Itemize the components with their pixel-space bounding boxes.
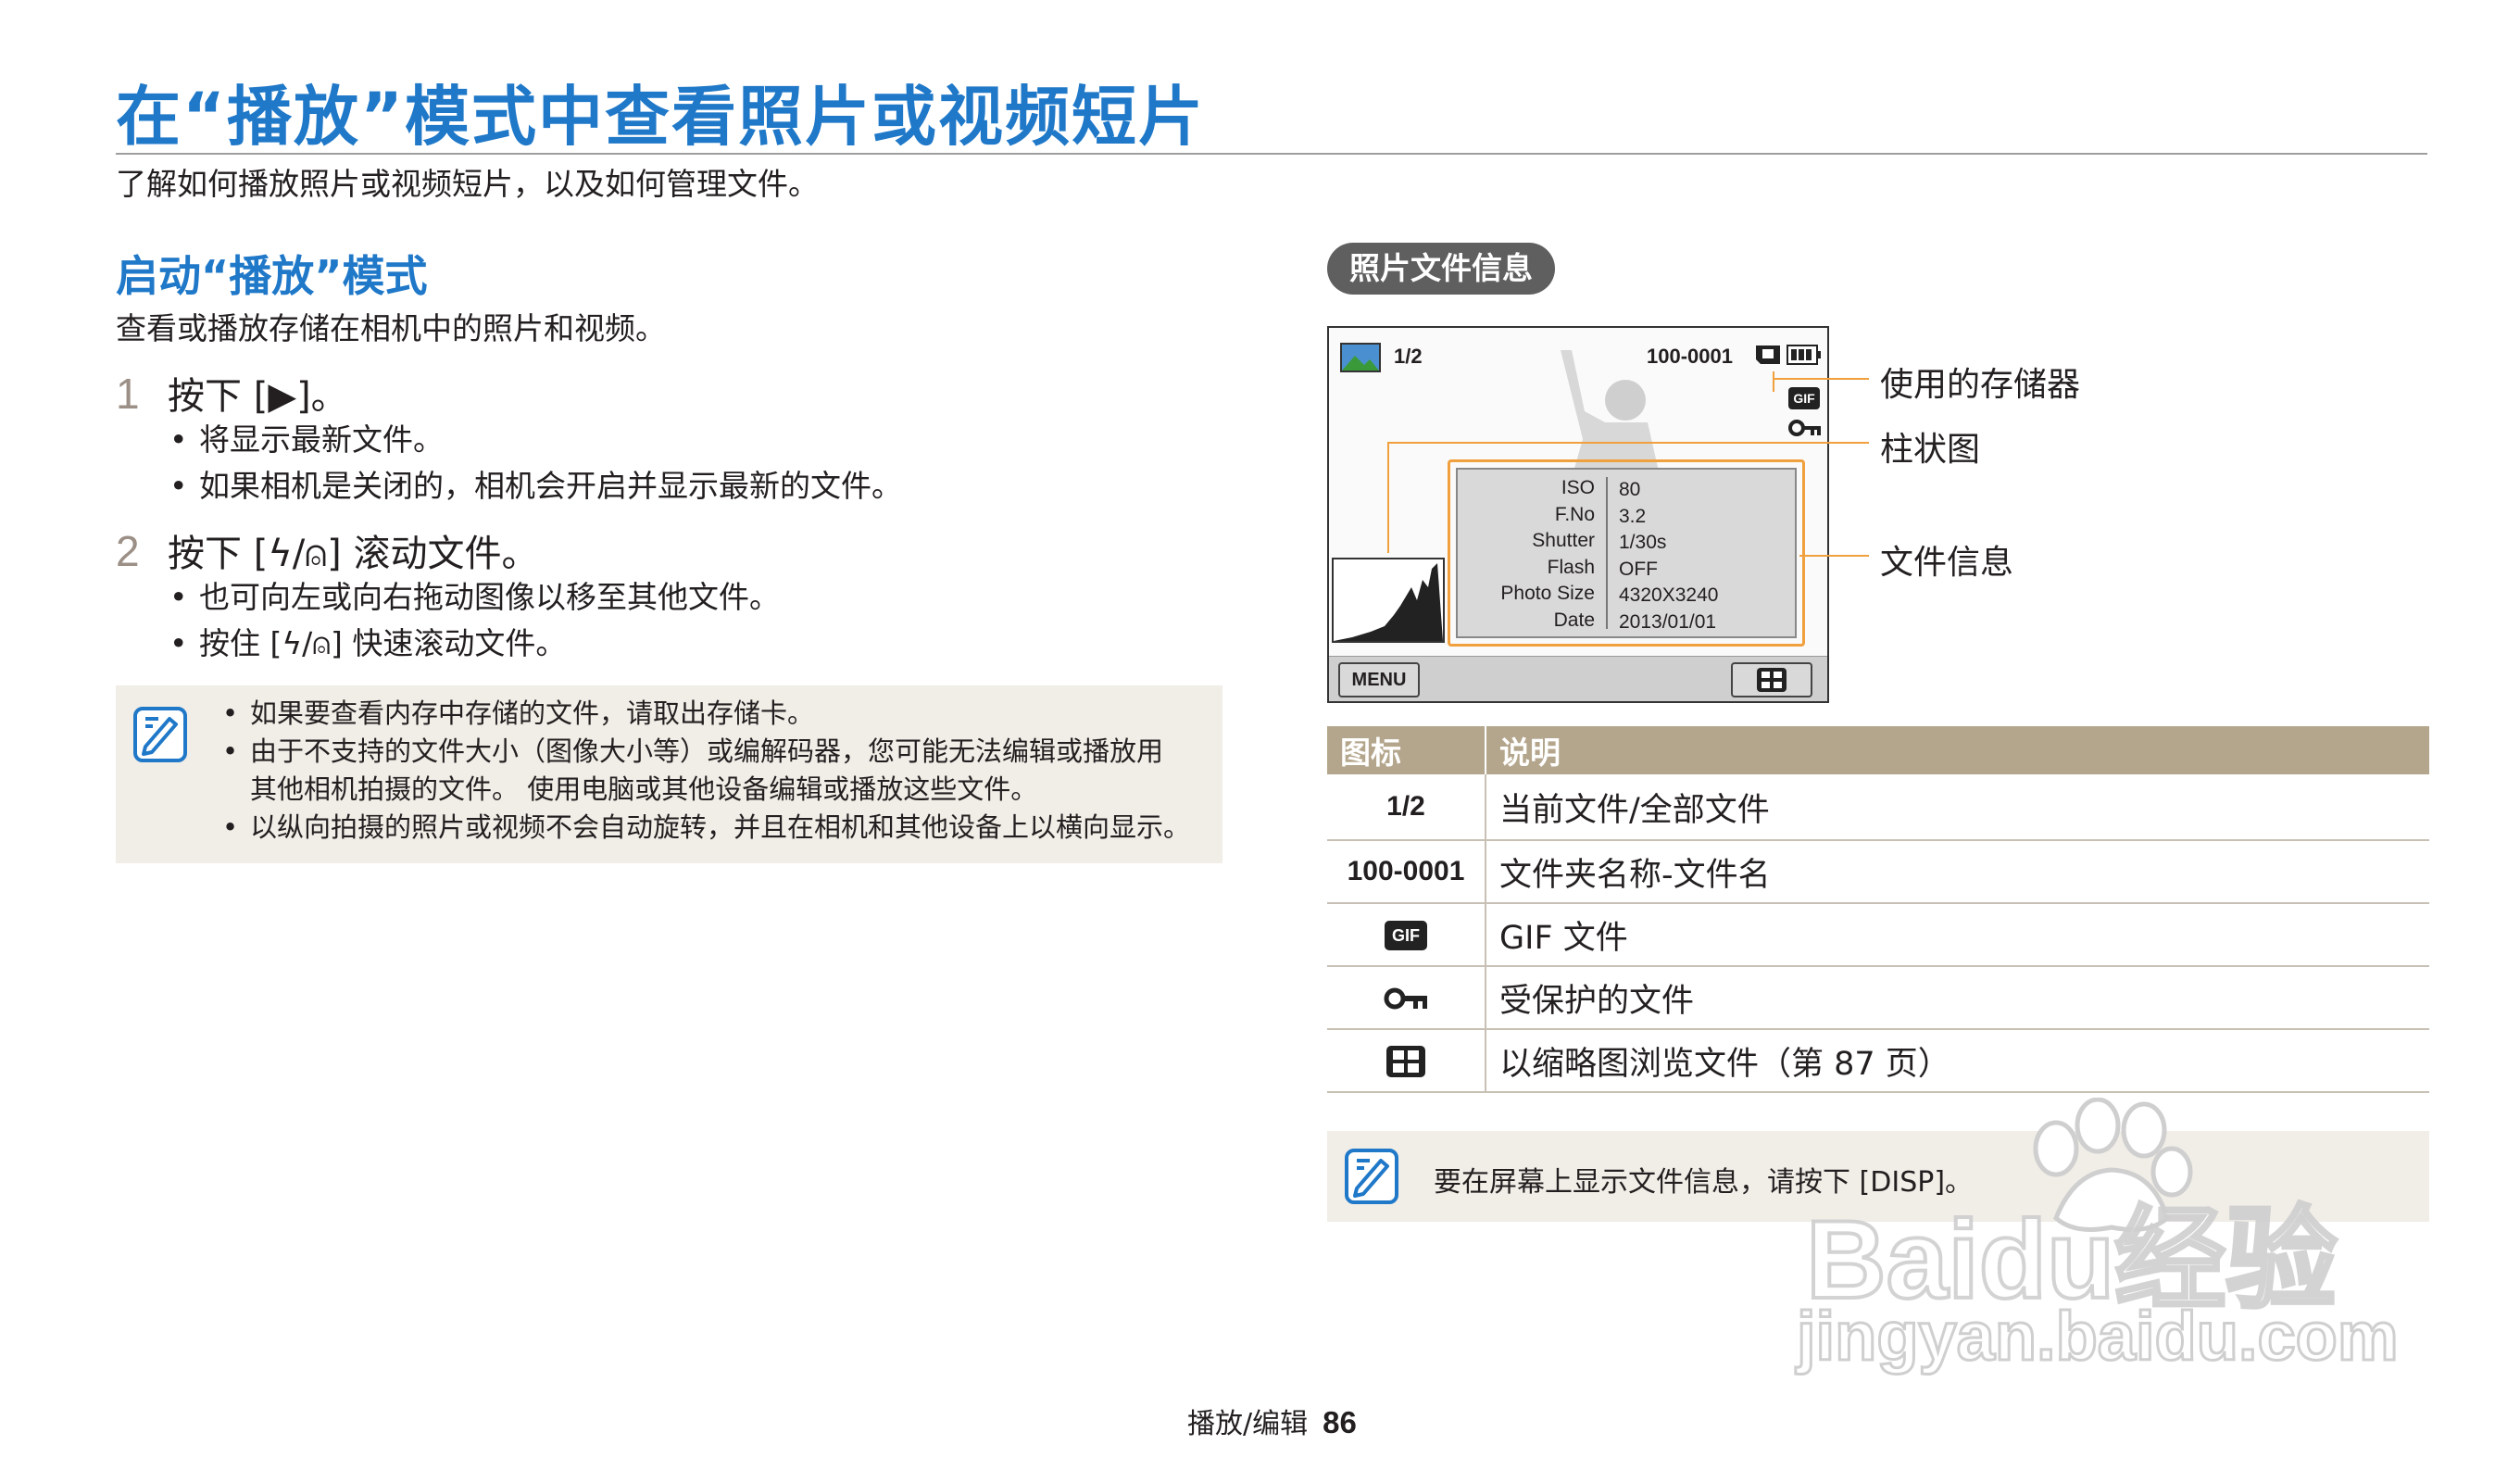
note-pencil-icon <box>133 707 187 762</box>
file-info-labels: ISO F.No Shutter Flash Photo Size Date <box>1500 475 1595 634</box>
info-label-photo-size: Photo Size <box>1500 583 1595 604</box>
step-number: 1 <box>116 370 140 418</box>
gif-badge-text: GIF <box>1793 391 1815 406</box>
file-number: 100-0001 <box>1647 345 1733 368</box>
title-divider <box>116 153 2427 155</box>
page-title: 在“播放”模式中查看照片或视频短片 <box>116 79 1206 155</box>
list-item: 按住 [ϟ/⍝] 快速滚动文件。 <box>169 621 780 667</box>
callout-line <box>1773 371 1774 392</box>
note-pencil-icon <box>1345 1149 1398 1204</box>
table-header-icon: 图标 <box>1327 726 1486 774</box>
callout-line <box>1387 442 1389 553</box>
thumbnail-button[interactable] <box>1731 662 1812 697</box>
table-cell-icon <box>1327 1029 1486 1093</box>
step-number: 2 <box>116 527 140 575</box>
thumbnail-grid-icon <box>1386 1045 1425 1077</box>
key-protect-icon <box>1384 987 1427 1010</box>
table-header-description: 说明 <box>1486 726 2429 774</box>
icon-table: 图标 说明 1/2 当前文件/全部文件 100-0001 文件夹名称-文件名 G… <box>1327 726 2429 1093</box>
step-2-bullets: 也可向左或向右拖动图像以移至其他文件。 按住 [ϟ/⍝] 快速滚动文件。 <box>169 574 780 667</box>
table-cell-icon: 1/2 <box>1327 774 1486 841</box>
callout-histogram: 柱状图 <box>1880 431 1981 469</box>
callout-storage: 使用的存储器 <box>1880 366 2081 404</box>
step-1: 1 按下 [▶]。 <box>116 366 348 420</box>
histogram-panel <box>1332 558 1445 643</box>
table-row: 100-0001 文件夹名称-文件名 <box>1327 840 2429 904</box>
battery-icon <box>1787 345 1821 365</box>
info-label-fno: F.No <box>1554 503 1595 525</box>
memory-card-icon <box>1756 346 1780 364</box>
note-item: 如果要查看内存中存储的文件，请取出存储卡。 <box>222 695 1190 733</box>
file-counter: 1/2 <box>1394 345 1423 368</box>
info-value-fno: 3.2 <box>1619 505 1647 527</box>
note-box: 如果要查看内存中存储的文件，请取出存储卡。 由于不支持的文件大小（图像大小等）或… <box>116 685 1222 863</box>
step-text: 按下 [ϟ/⍝] 滚动文件。 <box>168 533 539 575</box>
table-row: GIF GIF 文件 <box>1327 903 2429 967</box>
note-item: 以纵向拍摄的照片或视频不会自动旋转，并且在相机和其他设备上以横向显示。 <box>222 809 1190 847</box>
watermark-url: jingyan.baidu.com <box>1796 1297 2401 1376</box>
page-subtitle: 了解如何播放照片或视频短片，以及如何管理文件。 <box>116 166 819 202</box>
table-row: 以缩略图浏览文件（第 87 页） <box>1327 1029 2429 1093</box>
footer-section: 播放/编辑 <box>1187 1408 1309 1440</box>
note-item: 由于不支持的文件大小（图像大小等）或编解码器，您可能无法编辑或播放用 其他相机拍… <box>222 733 1190 809</box>
table-cell-description: 当前文件/全部文件 <box>1486 774 2429 841</box>
section-pill-label: 照片文件信息 <box>1327 243 1555 295</box>
file-info-panel: ISO F.No Shutter Flash Photo Size Date 8… <box>1456 468 1797 638</box>
callout-line <box>1799 555 1869 557</box>
table-cell-description: 以缩略图浏览文件（第 87 页） <box>1486 1029 2429 1093</box>
list-item: 将显示最新文件。 <box>169 417 902 463</box>
info-value-flash: OFF <box>1619 558 1658 580</box>
file-info-values: 80 3.2 1/30s OFF 4320X3240 2013/01/01 <box>1619 477 1718 635</box>
page-number: 86 <box>1323 1405 1357 1439</box>
gif-badge-text: GIF <box>1392 926 1420 945</box>
table-cell-icon <box>1327 966 1486 1030</box>
info-value-shutter: 1/30s <box>1619 532 1667 553</box>
table-row: 1/2 当前文件/全部文件 <box>1327 774 2429 841</box>
camera-screen-illustration: 1/2 100-0001 GIF ISO F.No Shutter Flash … <box>1327 326 1829 703</box>
info-label-flash: Flash <box>1547 556 1595 578</box>
list-item: 也可向左或向右拖动图像以移至其他文件。 <box>169 574 780 621</box>
info-label-shutter: Shutter <box>1532 530 1595 551</box>
list-item: 如果相机是关闭的，相机会开启并显示最新的文件。 <box>169 463 902 509</box>
table-header-row: 图标 说明 <box>1327 726 2429 774</box>
callout-line <box>1387 442 1869 444</box>
note-list: 如果要查看内存中存储的文件，请取出存储卡。 由于不支持的文件大小（图像大小等）或… <box>222 695 1190 847</box>
table-cell-description: 文件夹名称-文件名 <box>1486 840 2429 904</box>
menu-button[interactable]: MENU <box>1338 662 1420 697</box>
page-footer: 播放/编辑 86 <box>1187 1401 1357 1441</box>
callout-file-info: 文件信息 <box>1880 544 2014 582</box>
table-cell-description: 受保护的文件 <box>1486 966 2429 1030</box>
gif-icon: GIF <box>1788 387 1820 409</box>
step-1-bullets: 将显示最新文件。 如果相机是关闭的，相机会开启并显示最新的文件。 <box>169 417 902 509</box>
key-protect-icon <box>1788 420 1821 436</box>
file-info-frame: ISO F.No Shutter Flash Photo Size Date 8… <box>1448 459 1805 647</box>
thumbnail-grid-icon <box>1757 668 1787 692</box>
info-value-iso: 80 <box>1619 479 1641 500</box>
info-value-date: 2013/01/01 <box>1619 610 1717 633</box>
info-value-photo-size: 4320X3240 <box>1619 584 1719 606</box>
info-label-iso: ISO <box>1561 477 1595 498</box>
gif-icon: GIF <box>1385 921 1427 951</box>
step-2: 2 按下 [ϟ/⍝] 滚动文件。 <box>116 523 539 577</box>
table-cell-description: GIF 文件 <box>1486 903 2429 967</box>
section-title: 启动“播放”模式 <box>116 251 428 301</box>
screen-bottom-bar: MENU <box>1329 656 1827 701</box>
table-row: 受保护的文件 <box>1327 966 2429 1030</box>
table-cell-icon: 100-0001 <box>1327 840 1486 904</box>
photo-mode-icon <box>1340 343 1381 372</box>
info-label-date: Date <box>1553 609 1595 631</box>
callout-line <box>1773 378 1869 380</box>
histogram-graph <box>1334 563 1443 641</box>
step-text: 按下 [▶]。 <box>168 375 348 418</box>
info-divider <box>1606 477 1608 629</box>
section-description: 查看或播放存储在相机中的照片和视频。 <box>116 310 666 346</box>
table-cell-icon: GIF <box>1327 903 1486 967</box>
